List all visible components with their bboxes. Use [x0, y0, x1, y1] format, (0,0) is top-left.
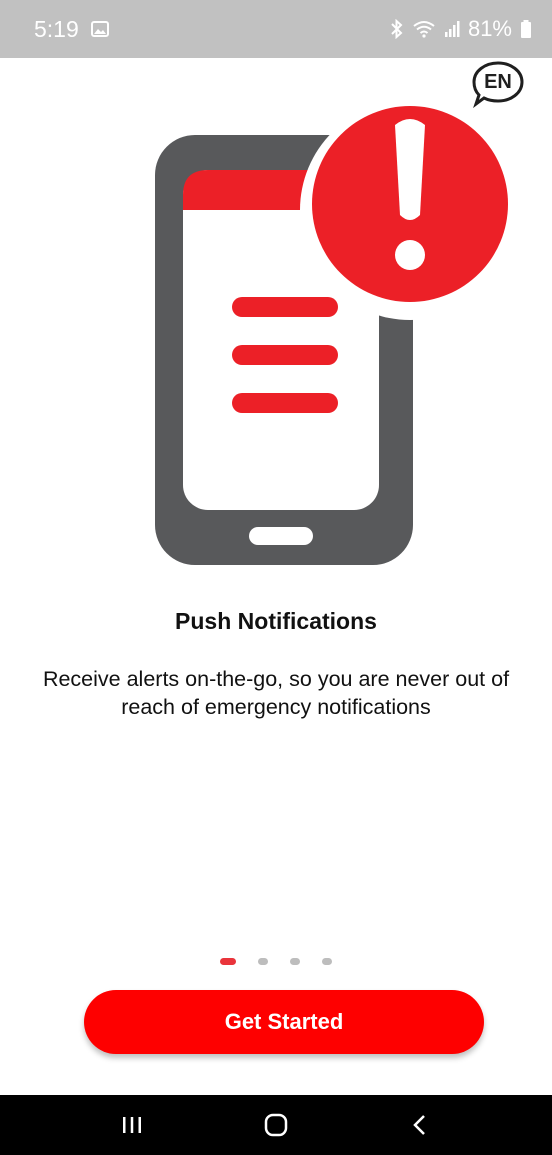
exclamation-icon [395, 119, 425, 220]
navigation-bar [0, 1095, 552, 1155]
status-bar: 5:19 81% [0, 0, 552, 58]
signal-icon [444, 20, 460, 38]
push-notification-illustration [155, 105, 520, 565]
page-dot[interactable] [322, 958, 332, 965]
battery-icon [520, 19, 532, 39]
language-button[interactable]: EN [472, 60, 526, 108]
onboarding-screen: 5:19 81% EN Push Notifications Receive a… [0, 0, 552, 1155]
recent-apps-icon [123, 1117, 141, 1133]
status-left: 5:19 [34, 16, 109, 43]
home-icon [264, 1113, 288, 1137]
status-right: 81% [390, 16, 532, 42]
exclamation-dot [395, 240, 425, 270]
page-dot-active[interactable] [220, 958, 236, 965]
message-line [232, 297, 338, 317]
onboarding-title: Push Notifications [175, 608, 377, 634]
language-label: EN [484, 70, 512, 93]
message-line [232, 345, 338, 365]
status-time: 5:19 [34, 15, 79, 42]
back-icon [413, 1115, 425, 1135]
page-dot[interactable] [290, 958, 300, 965]
wifi-icon [412, 20, 436, 38]
back-button[interactable] [390, 1095, 450, 1155]
home-button[interactable] [246, 1095, 306, 1155]
phone-home-button [249, 527, 313, 545]
page-indicator [0, 958, 552, 965]
bluetooth-icon [390, 19, 404, 39]
message-line [232, 393, 338, 413]
onboarding-description: Receive alerts on-the-go, so you are nev… [42, 667, 510, 719]
get-started-button[interactable]: Get Started [84, 990, 484, 1054]
battery-percent: 81% [467, 16, 512, 41]
page-dot[interactable] [258, 958, 268, 965]
recent-apps-button[interactable] [102, 1095, 162, 1155]
image-icon [90, 21, 109, 37]
